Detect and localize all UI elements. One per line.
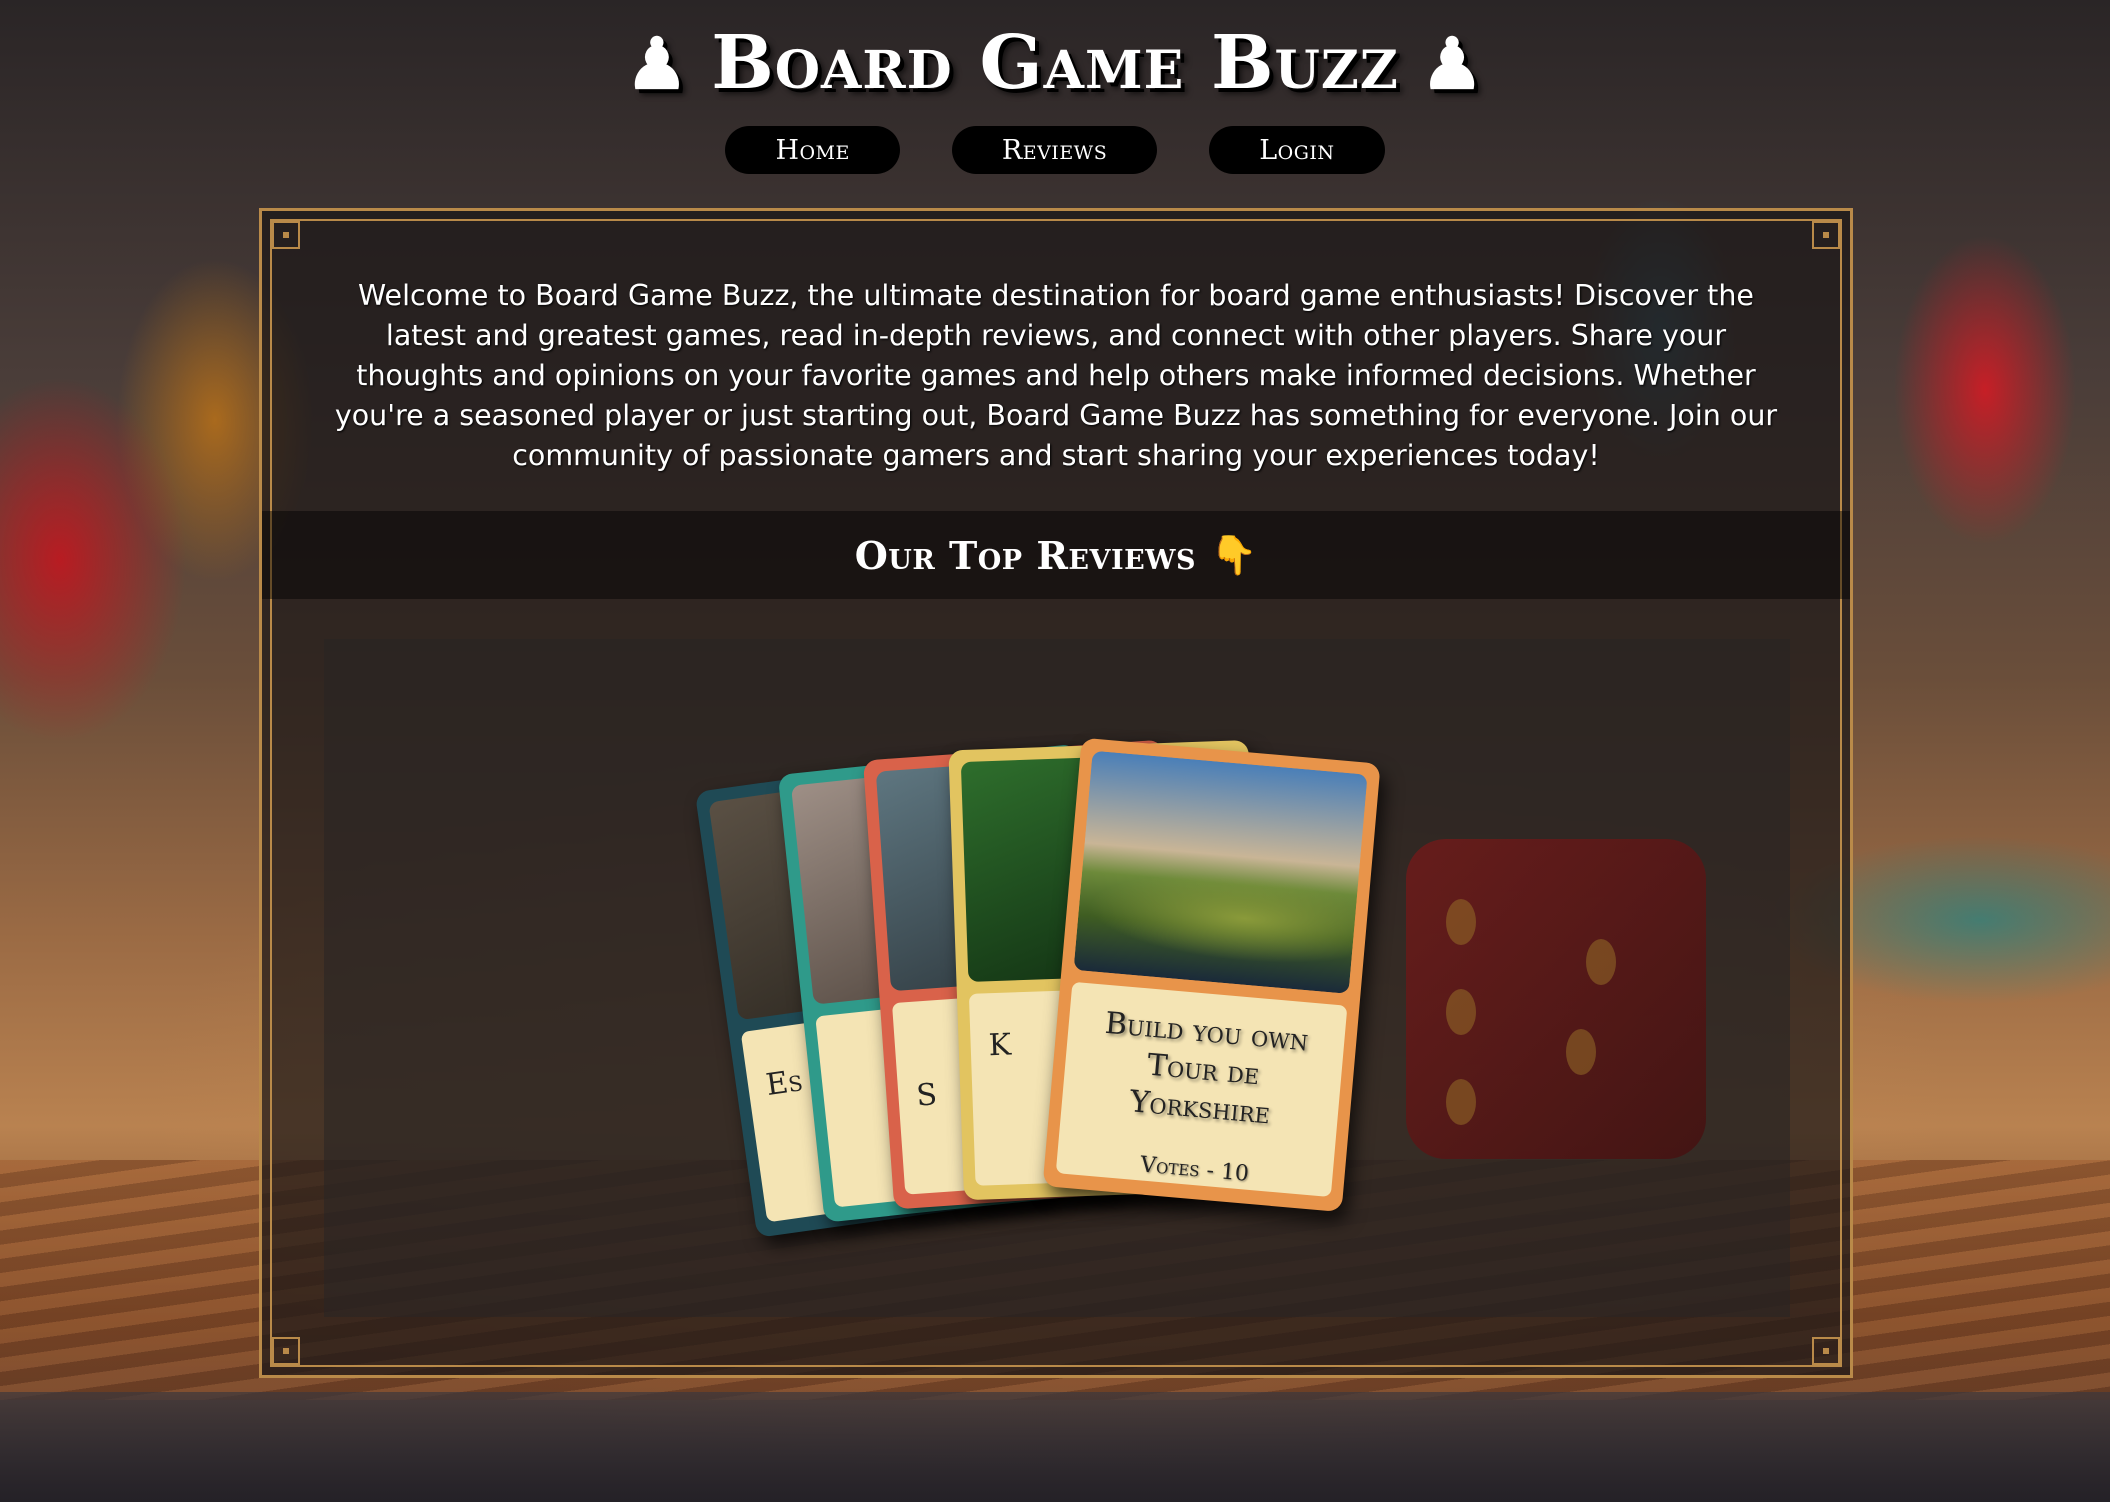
chess-pawn-icon: ♟ bbox=[1420, 21, 1485, 105]
site-title-text: Board Game Buzz bbox=[711, 20, 1399, 106]
top-reviews-heading: Our Top Reviews bbox=[854, 532, 1196, 578]
die-pip bbox=[1446, 1079, 1476, 1125]
review-card-title: Build you own Tour de Yorkshire bbox=[1103, 1005, 1310, 1132]
frame-corner-ornament bbox=[272, 1337, 300, 1365]
frame-corner-ornament bbox=[1812, 221, 1840, 249]
top-reviews-header: Our Top Reviews 👇 bbox=[262, 511, 1850, 599]
chess-pawn-icon: ♟ bbox=[625, 21, 690, 105]
review-card-votes: Votes - 10 bbox=[1139, 1152, 1250, 1187]
nav-home-button[interactable]: Home bbox=[725, 126, 900, 174]
nav-reviews-button[interactable]: Reviews bbox=[951, 126, 1158, 174]
review-card-body: Build you own Tour de Yorkshire Votes - … bbox=[1055, 981, 1348, 1198]
main-nav: Home Reviews Login bbox=[0, 126, 2110, 174]
content-frame: Welcome to Board Game Buzz, the ultimate… bbox=[259, 208, 1853, 1378]
site-title: ♟ Board Game Buzz ♟ bbox=[0, 20, 2110, 106]
top-reviews-carousel[interactable]: Es S K Build you own Tour de Yorkshire V… bbox=[324, 639, 1790, 1317]
site-header: ♟ Board Game Buzz ♟ Home Reviews Login bbox=[0, 0, 2110, 174]
die-pip bbox=[1446, 899, 1476, 945]
frame-corner-ornament bbox=[1812, 1337, 1840, 1365]
intro-paragraph: Welcome to Board Game Buzz, the ultimate… bbox=[334, 279, 1778, 472]
background-cloth bbox=[0, 1392, 2110, 1502]
pointing-down-icon: 👇 bbox=[1209, 532, 1258, 577]
background-die bbox=[1406, 839, 1706, 1159]
nav-login-button[interactable]: Login bbox=[1209, 126, 1385, 174]
frame-corner-ornament bbox=[272, 221, 300, 249]
review-card-image bbox=[1073, 750, 1368, 994]
review-card-featured[interactable]: Build you own Tour de Yorkshire Votes - … bbox=[1042, 737, 1381, 1213]
die-pip bbox=[1586, 939, 1616, 985]
die-pip bbox=[1566, 1029, 1596, 1075]
die-pip bbox=[1446, 989, 1476, 1035]
